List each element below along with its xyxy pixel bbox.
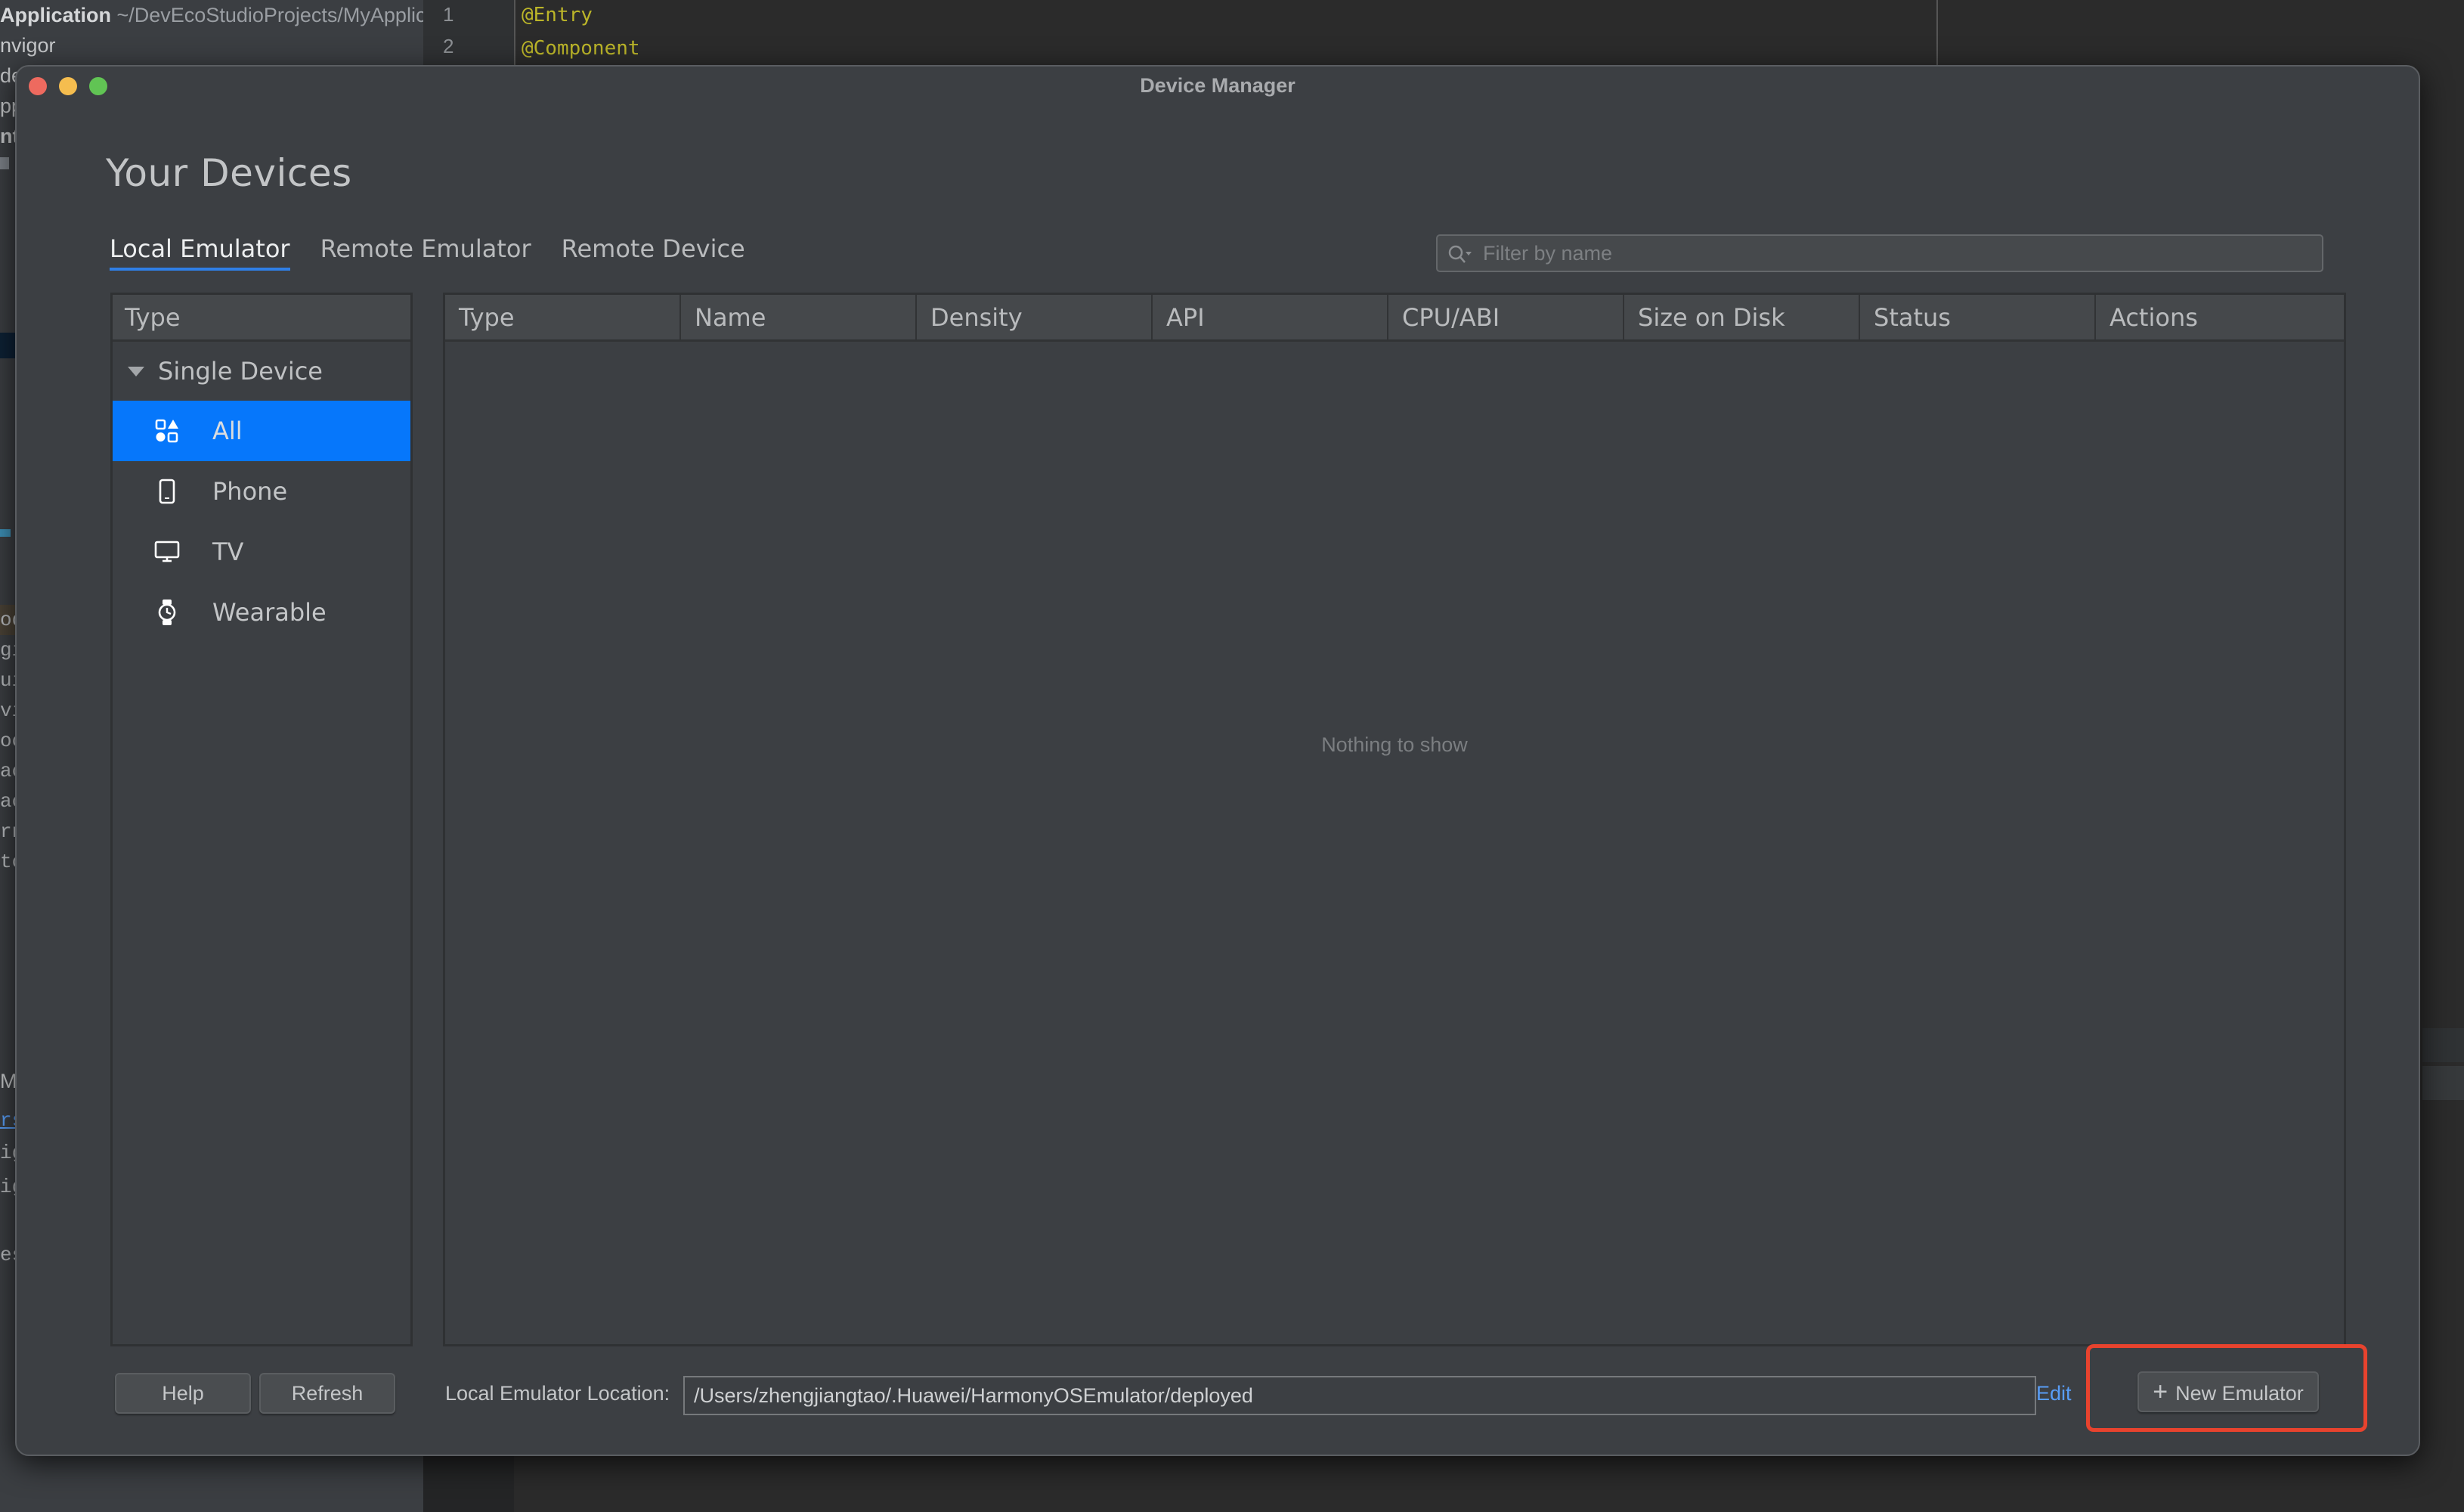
all-categories-icon: [152, 416, 182, 446]
line-number: 2: [443, 35, 454, 57]
column-header-type[interactable]: Type: [445, 295, 681, 339]
group-single-device[interactable]: Single Device: [113, 342, 410, 401]
type-panel-header: Type: [113, 295, 410, 342]
type-item-phone[interactable]: Phone: [113, 461, 410, 522]
page-title: Your Devices: [106, 151, 352, 195]
caret-down-icon[interactable]: [128, 366, 144, 376]
tv-icon: [152, 537, 182, 567]
column-header-actions[interactable]: Actions: [2096, 295, 2344, 339]
column-header-size-on-disk[interactable]: Size on Disk: [1624, 295, 1860, 339]
type-item-all[interactable]: All: [113, 401, 410, 461]
ide-tree-item[interactable]: nvigor: [0, 30, 56, 60]
ide-right-panel: [2422, 1028, 2464, 1062]
type-item-label: All: [212, 417, 243, 445]
tab-remote-device[interactable]: Remote Device: [562, 234, 745, 271]
help-button[interactable]: Help: [115, 1373, 251, 1414]
group-label: Single Device: [158, 357, 323, 386]
editor-margin-line: [1936, 0, 1938, 65]
phone-icon: [152, 476, 182, 507]
tab-local-emulator[interactable]: Local Emulator: [110, 234, 290, 271]
ide-tree-marker: [0, 157, 9, 169]
device-manager-dialog: Device Manager Your Devices Local Emulat…: [15, 65, 2420, 1456]
ide-project-header: Application ~/DevEcoStudioProjects/MyApp…: [0, 0, 423, 30]
column-header-status[interactable]: Status: [1860, 295, 2096, 339]
plus-icon: +: [2153, 1377, 2168, 1406]
type-item-label: TV: [212, 538, 244, 566]
column-header-api[interactable]: API: [1153, 295, 1388, 339]
device-source-tabs: Local Emulator Remote Emulator Remote De…: [110, 234, 745, 271]
code-line[interactable]: @Entry: [522, 0, 593, 30]
ide-tree-selection: [0, 333, 15, 358]
refresh-button[interactable]: Refresh: [259, 1373, 395, 1414]
type-item-tv[interactable]: TV: [113, 522, 410, 582]
editor-divider: [514, 0, 515, 65]
column-header-density[interactable]: Density: [917, 295, 1153, 339]
project-path: ~/DevEcoStudioProjects/MyApplicat: [116, 4, 423, 26]
ide-tree-marker: [0, 529, 11, 537]
tab-remote-emulator[interactable]: Remote Emulator: [320, 234, 531, 271]
column-header-name[interactable]: Name: [681, 295, 917, 339]
watch-icon: [152, 597, 182, 627]
screen: Application ~/DevEcoStudioProjects/MyApp…: [0, 0, 2464, 1512]
search-icon[interactable]: [1445, 243, 1475, 265]
type-item-label: Wearable: [212, 598, 327, 627]
new-emulator-button[interactable]: + New Emulator: [2137, 1371, 2319, 1412]
location-field[interactable]: [683, 1376, 2036, 1415]
project-name: Application: [0, 4, 111, 26]
table-header: Type Name Density API CPU/ABI Size on Di…: [445, 295, 2344, 342]
ide-tree-item[interactable]: od: [0, 605, 23, 635]
location-label: Local Emulator Location:: [445, 1382, 670, 1405]
filter-field[interactable]: [1436, 234, 2323, 272]
title-bar[interactable]: Device Manager: [17, 67, 2419, 109]
ide-right-panel: [2422, 1066, 2464, 1100]
type-item-label: Phone: [212, 477, 288, 506]
devices-table: Type Name Density API CPU/ABI Size on Di…: [443, 293, 2346, 1346]
line-number: 1: [443, 3, 454, 26]
column-header-cpu-abi[interactable]: CPU/ABI: [1388, 295, 1624, 339]
new-emulator-label: New Emulator: [2175, 1382, 2304, 1405]
type-panel: Type Single Device All Phone TV Wearable: [110, 293, 413, 1346]
type-item-wearable[interactable]: Wearable: [113, 582, 410, 643]
editor-gutter: 1 2: [423, 0, 514, 65]
code-line[interactable]: @Component: [522, 33, 640, 64]
empty-state-text: Nothing to show: [1321, 733, 1468, 756]
window-title: Device Manager: [1140, 74, 1295, 97]
filter-input[interactable]: [1483, 236, 2314, 271]
edit-location-link[interactable]: Edit: [2036, 1382, 2072, 1405]
